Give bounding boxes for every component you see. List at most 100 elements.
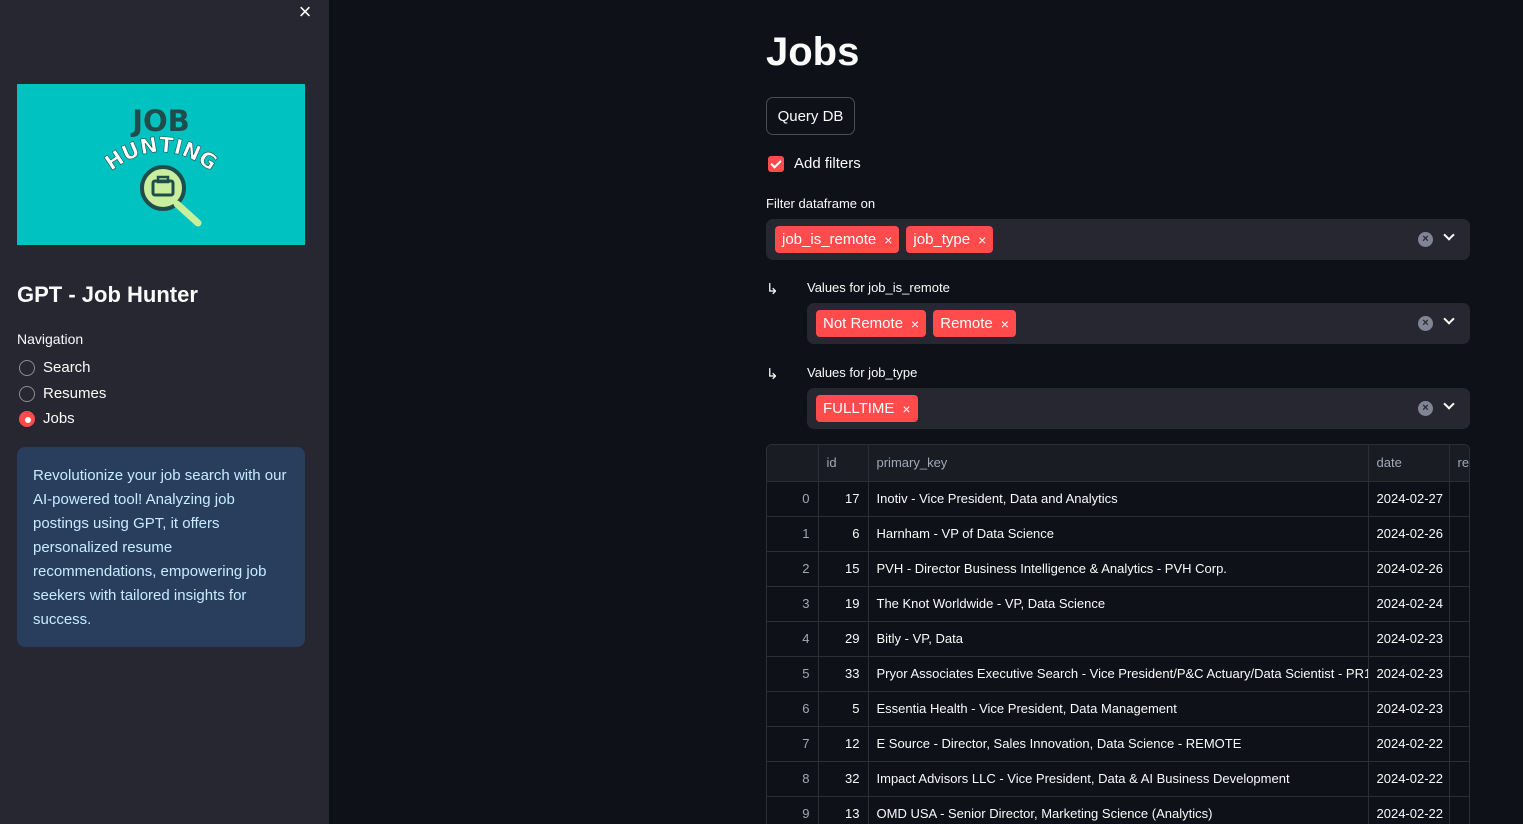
- row-index-cell[interactable]: 5: [767, 656, 819, 692]
- tag-label: job_type: [913, 231, 971, 248]
- id-cell[interactable]: 15: [818, 551, 869, 587]
- table-row[interactable]: 6 5 Essentia Health - Vice President, Data…: [767, 691, 1469, 727]
- date-cell[interactable]: 2024-02-22: [1368, 796, 1450, 824]
- chevron-down-icon[interactable]: [1442, 229, 1456, 243]
- remove-tag-icon[interactable]: ×: [884, 232, 892, 248]
- row-index-cell[interactable]: 0: [767, 481, 819, 517]
- row-index-cell[interactable]: 3: [767, 586, 819, 622]
- primary-key-cell[interactable]: Essentia Health - Vice President, Data M…: [868, 691, 1369, 727]
- primary-key-cell[interactable]: The Knot Worldwide - VP, Data Science: [868, 586, 1369, 622]
- nav-radio-search[interactable]: Search: [19, 359, 91, 376]
- date-cell[interactable]: 2024-02-27: [1368, 481, 1450, 517]
- primary-key-cell[interactable]: Inotiv - Vice President, Data and Analyt…: [868, 481, 1369, 517]
- primary-key-cell[interactable]: Impact Advisors LLC - Vice President, Da…: [868, 761, 1369, 797]
- chevron-down-icon[interactable]: [1442, 313, 1456, 327]
- primary-key-cell[interactable]: PVH - Director Business Intelligence & A…: [868, 551, 1369, 587]
- primary-key-cell[interactable]: Harnham - VP of Data Science: [868, 516, 1369, 552]
- tag-remote[interactable]: Remote ×: [933, 310, 1016, 337]
- remove-tag-icon[interactable]: ×: [902, 401, 910, 417]
- filter-columns-multiselect[interactable]: job_is_remote × job_type × ×: [766, 219, 1470, 260]
- row-index-cell[interactable]: 7: [767, 726, 819, 762]
- radio-unselected-icon[interactable]: [19, 359, 35, 376]
- column-header-index[interactable]: [767, 445, 819, 482]
- table-row[interactable]: 1 6 Harnham - VP of Data Science 2024-02-26: [767, 516, 1469, 552]
- id-cell[interactable]: 32: [818, 761, 869, 797]
- truncated-cell[interactable]: [1449, 586, 1469, 622]
- clear-all-icon[interactable]: ×: [1418, 316, 1433, 331]
- date-cell[interactable]: 2024-02-23: [1368, 621, 1450, 657]
- primary-key-cell[interactable]: OMD USA - Senior Director, Marketing Sci…: [868, 796, 1369, 824]
- truncated-cell[interactable]: [1449, 726, 1469, 762]
- nav-radio-jobs[interactable]: Jobs: [19, 410, 75, 427]
- primary-key-cell[interactable]: Bitly - VP, Data: [868, 621, 1369, 657]
- row-index-cell[interactable]: 8: [767, 761, 819, 797]
- column-header-truncated[interactable]: re: [1449, 445, 1469, 482]
- id-cell[interactable]: 5: [818, 691, 869, 727]
- close-sidebar-icon[interactable]: ×: [294, 1, 316, 24]
- date-cell[interactable]: 2024-02-26: [1368, 551, 1450, 587]
- row-index-cell[interactable]: 9: [767, 796, 819, 824]
- id-cell[interactable]: 12: [818, 726, 869, 762]
- tag-fulltime[interactable]: FULLTIME ×: [816, 395, 918, 422]
- id-cell[interactable]: 17: [818, 481, 869, 517]
- jobs-dataframe[interactable]: id primary_key date re 0 17 Inotiv - Vice …: [766, 444, 1470, 824]
- tag-label: Not Remote: [823, 315, 904, 332]
- clear-all-icon[interactable]: ×: [1418, 232, 1433, 247]
- primary-key-cell[interactable]: Pryor Associates Executive Search - Vice…: [868, 656, 1369, 692]
- date-cell[interactable]: 2024-02-23: [1368, 691, 1450, 727]
- add-filters-label: Add filters: [794, 155, 861, 172]
- table-row[interactable]: 3 19 The Knot Worldwide - VP, Data Science…: [767, 586, 1469, 622]
- truncated-cell[interactable]: [1449, 481, 1469, 517]
- tag-job-is-remote[interactable]: job_is_remote ×: [775, 226, 900, 253]
- date-cell[interactable]: 2024-02-23: [1368, 656, 1450, 692]
- id-cell[interactable]: 19: [818, 586, 869, 622]
- row-index-cell[interactable]: 2: [767, 551, 819, 587]
- remove-tag-icon[interactable]: ×: [1001, 316, 1009, 332]
- truncated-cell[interactable]: [1449, 691, 1469, 727]
- table-row[interactable]: 8 32 Impact Advisors LLC - Vice President,…: [767, 761, 1469, 797]
- row-index-cell[interactable]: 1: [767, 516, 819, 552]
- checkbox-checked-icon[interactable]: [768, 155, 784, 172]
- table-row[interactable]: 4 29 Bitly - VP, Data 2024-02-23: [767, 621, 1469, 657]
- table-row[interactable]: 5 33 Pryor Associates Executive Search - V…: [767, 656, 1469, 692]
- table-row[interactable]: 2 15 PVH - Director Business Intelligence …: [767, 551, 1469, 587]
- chevron-down-icon[interactable]: [1442, 398, 1456, 412]
- radio-selected-icon[interactable]: [19, 410, 35, 427]
- column-header-primary-key[interactable]: primary_key: [868, 445, 1369, 482]
- truncated-cell[interactable]: [1449, 656, 1469, 692]
- truncated-cell[interactable]: [1449, 551, 1469, 587]
- job-type-values-multiselect[interactable]: FULLTIME × ×: [807, 388, 1470, 429]
- column-header-id[interactable]: id: [818, 445, 869, 482]
- primary-key-cell[interactable]: E Source - Director, Sales Innovation, D…: [868, 726, 1369, 762]
- row-index-cell[interactable]: 6: [767, 691, 819, 727]
- indent-arrow-icon: ↳: [766, 366, 779, 383]
- table-row[interactable]: 9 13 OMD USA - Senior Director, Marketing …: [767, 796, 1469, 824]
- truncated-cell[interactable]: [1449, 796, 1469, 824]
- tag-not-remote[interactable]: Not Remote ×: [816, 310, 927, 337]
- date-cell[interactable]: 2024-02-24: [1368, 586, 1450, 622]
- column-header-date[interactable]: date: [1368, 445, 1450, 482]
- id-cell[interactable]: 33: [818, 656, 869, 692]
- table-row[interactable]: 0 17 Inotiv - Vice President, Data and Ana…: [767, 481, 1469, 517]
- remove-tag-icon[interactable]: ×: [978, 232, 986, 248]
- remove-tag-icon[interactable]: ×: [911, 316, 919, 332]
- tag-job-type[interactable]: job_type ×: [906, 226, 994, 253]
- clear-all-icon[interactable]: ×: [1418, 401, 1433, 416]
- date-cell[interactable]: 2024-02-22: [1368, 726, 1450, 762]
- date-cell[interactable]: 2024-02-22: [1368, 761, 1450, 797]
- query-db-button[interactable]: Query DB: [766, 97, 855, 135]
- truncated-cell[interactable]: [1449, 516, 1469, 552]
- id-cell[interactable]: 29: [818, 621, 869, 657]
- date-cell[interactable]: 2024-02-26: [1368, 516, 1450, 552]
- truncated-cell[interactable]: [1449, 761, 1469, 797]
- nav-radio-resumes[interactable]: Resumes: [19, 385, 106, 402]
- tag-label: Remote: [940, 315, 993, 332]
- id-cell[interactable]: 13: [818, 796, 869, 824]
- id-cell[interactable]: 6: [818, 516, 869, 552]
- add-filters-checkbox[interactable]: Add filters: [768, 155, 861, 172]
- row-index-cell[interactable]: 4: [767, 621, 819, 657]
- remote-values-multiselect[interactable]: Not Remote × Remote × ×: [807, 303, 1470, 344]
- table-row[interactable]: 7 12 E Source - Director, Sales Innovation…: [767, 726, 1469, 762]
- radio-unselected-icon[interactable]: [19, 385, 35, 402]
- truncated-cell[interactable]: [1449, 621, 1469, 657]
